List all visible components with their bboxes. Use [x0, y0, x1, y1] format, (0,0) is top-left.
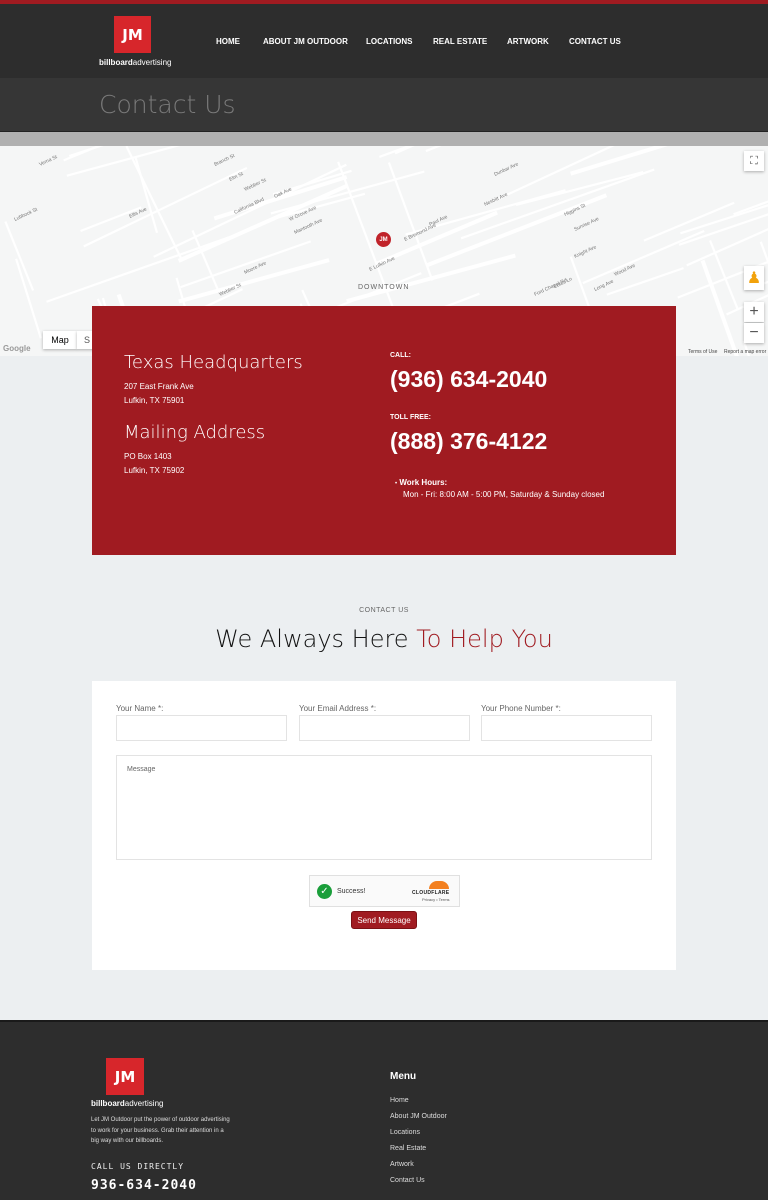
map-street	[83, 166, 248, 248]
map-street	[570, 146, 669, 176]
map-street-label: Sunrise Ave	[573, 216, 600, 233]
terms-link[interactable]: Terms of Use	[688, 349, 717, 355]
captcha-status: Success!	[337, 888, 366, 895]
pegman-icon[interactable]: ♟	[744, 266, 764, 290]
nav-locations[interactable]: LOCATIONS	[366, 37, 413, 46]
map-street	[680, 204, 768, 235]
send-message-button[interactable]: Send Message	[351, 911, 417, 929]
message-textarea[interactable]: Message	[116, 755, 652, 860]
logo[interactable]: JM billboardadvertising	[30, 4, 171, 74]
contact-info-panel: Texas Headquarters 207 East Frank Ave Luf…	[92, 306, 676, 555]
map-street-label: Higgins St	[563, 202, 587, 217]
report-map-error-link[interactable]: Report a map error	[724, 349, 766, 355]
site-header: JM billboardadvertising HOME ABOUT JM OU…	[0, 4, 768, 78]
section-eyebrow: CONTACT US	[359, 607, 409, 614]
map-street	[125, 146, 182, 259]
divider-strip	[0, 131, 768, 146]
cloudflare-cloud-icon	[429, 881, 449, 889]
footer-blurb: Let JM Outdoor put the power of outdoor …	[91, 1117, 230, 1144]
footer-logo-tagline: billboardadvertising	[91, 1099, 164, 1108]
map-street	[643, 201, 735, 242]
captcha-brand: CLOUDFLARE	[412, 890, 450, 896]
toll-free-label: TOLL FREE:	[390, 414, 431, 421]
nav-about[interactable]: ABOUT JM OUTDOOR	[263, 37, 348, 46]
name-label: Your Name *:	[116, 704, 164, 713]
zoom-in-button[interactable]: +	[744, 302, 764, 322]
call-label: CALL:	[390, 352, 411, 359]
footer-logo[interactable]: JM	[106, 1058, 144, 1095]
map-street-label: Knight Ave	[573, 244, 597, 260]
fullscreen-icon[interactable]: ⛶	[744, 151, 764, 171]
phone-label: Your Phone Number *:	[481, 704, 561, 713]
page-title: Contact Us	[99, 90, 236, 119]
hq-address: 207 East Frank Ave Lufkin, TX 75901	[124, 382, 194, 405]
mailing-address: PO Box 1403 Lufkin, TX 75902	[124, 452, 185, 475]
map-street-label: Nesbitt Ave	[483, 192, 509, 208]
work-hours: • Work Hours: Mon - Fri: 8:00 AM - 5:00 …	[395, 478, 605, 499]
map-street-label: Dunbar Ave	[493, 161, 519, 178]
email-input[interactable]	[299, 715, 470, 741]
footer-menu-real-estate[interactable]: Real Estate	[390, 1145, 426, 1152]
map-marker-icon[interactable]: JM	[376, 232, 391, 247]
email-label: Your Email Address *:	[299, 704, 377, 713]
name-input[interactable]	[116, 715, 287, 741]
mailing-title: Mailing Address	[124, 422, 266, 443]
map-area-label: DOWNTOWN	[358, 284, 410, 291]
footer-phone[interactable]: 936-634-2040	[91, 1178, 197, 1193]
footer-call-label: CALL US DIRECTLY	[91, 1162, 185, 1171]
hq-title: Texas Headquarters	[124, 352, 303, 373]
footer-menu-locations[interactable]: Locations	[390, 1129, 420, 1136]
nav-artwork[interactable]: ARTWORK	[507, 37, 549, 46]
map-type-map-button[interactable]: Map	[43, 331, 77, 349]
map-street	[15, 258, 42, 339]
map-street-label: Verna St	[38, 154, 58, 168]
footer-menu-about[interactable]: About JM Outdoor	[390, 1113, 447, 1120]
captcha-widget[interactable]: ✓ Success! CLOUDFLARE Privacy • Terms	[309, 875, 460, 907]
map-street	[490, 146, 615, 204]
toll-free-number[interactable]: (888) 376-4122	[390, 428, 547, 455]
map-street-label: Branch St	[213, 153, 236, 168]
map-street-label: E Lufkin Ave	[368, 256, 396, 273]
nav-contact[interactable]: CONTACT US	[569, 37, 621, 46]
map-street-label: Webber St	[243, 177, 267, 193]
map-street	[134, 156, 159, 234]
phone-input[interactable]	[481, 715, 652, 741]
contact-form: Your Name *: Your Email Address *: Your …	[92, 681, 676, 970]
zoom-out-button[interactable]: −	[744, 323, 764, 343]
section-heading: We Always Here To Help You	[215, 625, 553, 653]
footer-menu-contact[interactable]: Contact Us	[390, 1177, 425, 1184]
footer-menu-artwork[interactable]: Artwork	[390, 1161, 414, 1168]
footer-menu-home[interactable]: Home	[390, 1097, 409, 1104]
check-icon: ✓	[317, 884, 332, 899]
map-street	[425, 146, 442, 153]
map-street-label: Mantooth Ave	[293, 217, 323, 235]
map-street	[582, 230, 705, 285]
nav-real-estate[interactable]: REAL ESTATE	[433, 37, 487, 46]
captcha-links[interactable]: Privacy • Terms	[422, 897, 450, 902]
site-footer: JM billboardadvertising Let JM Outdoor p…	[0, 1020, 768, 1200]
map-street-label: Lubbock St	[13, 207, 39, 223]
map-street	[394, 146, 415, 155]
map-street	[515, 171, 644, 207]
logo-tagline: billboardadvertising	[99, 58, 172, 67]
footer-menu-title: Menu	[390, 1071, 417, 1082]
logo-mark: JM	[114, 16, 151, 53]
google-logo: Google	[3, 344, 31, 353]
map-street-label: Moore Ave	[243, 260, 267, 276]
map-street-label: Long Ave	[593, 279, 615, 293]
map-street	[4, 221, 35, 291]
map-street	[153, 163, 347, 258]
map-street	[63, 146, 102, 162]
nav-home[interactable]: HOME	[216, 37, 240, 46]
map-street-label: Elm St	[228, 171, 244, 183]
call-number[interactable]: (936) 634-2040	[390, 366, 547, 393]
